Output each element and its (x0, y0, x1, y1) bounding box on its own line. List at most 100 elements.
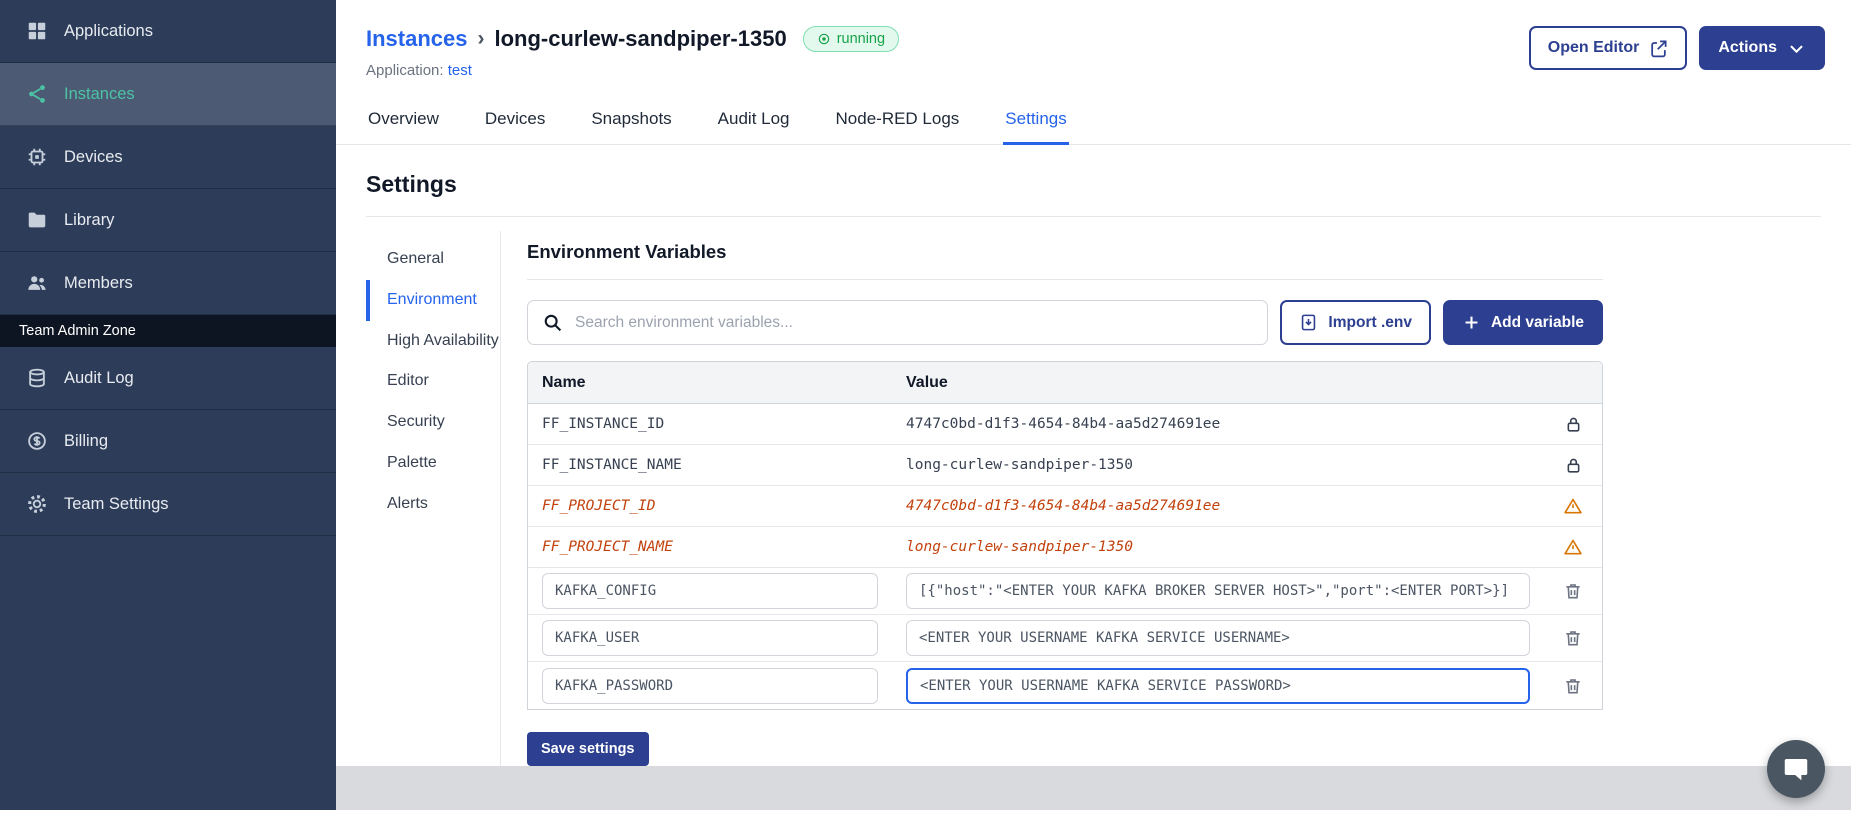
trash-icon (1566, 631, 1580, 646)
env-var-value: long-curlew-sandpiper-1350 (906, 539, 1133, 555)
running-icon (818, 33, 829, 45)
warning-icon (1561, 494, 1585, 518)
tab-node-red-logs[interactable]: Node-RED Logs (834, 103, 962, 145)
sidebar-item-label: Library (64, 210, 115, 229)
sidebar-item-audit-log[interactable]: Audit Log (0, 347, 336, 410)
sidebar-item-label: Team Settings (64, 494, 169, 513)
tab-settings[interactable]: Settings (1003, 103, 1069, 145)
settings-nav-general[interactable]: General (366, 239, 500, 280)
status-text: running (836, 31, 886, 47)
chat-icon (1784, 759, 1808, 781)
search-input[interactable] (575, 313, 1254, 332)
env-var-name-input[interactable] (542, 620, 878, 656)
sidebar-item-billing[interactable]: Billing (0, 410, 336, 473)
page-header: Instances › long-curlew-sandpiper-1350 r… (336, 0, 1851, 79)
settings-nav-environment[interactable]: Environment (366, 279, 500, 321)
billing-icon (28, 432, 46, 450)
instance-name: long-curlew-sandpiper-1350 (494, 26, 787, 51)
table-row: FF_INSTANCE_NAME long-curlew-sandpiper-1… (528, 445, 1602, 486)
settings-nav-alerts[interactable]: Alerts (366, 484, 500, 525)
add-variable-button[interactable]: Add variable (1442, 300, 1603, 345)
search-icon (544, 314, 562, 332)
delete-variable-button[interactable] (1561, 579, 1585, 603)
env-var-value: 4747c0bd-d1f3-4654-84b4-aa5d274691ee (906, 498, 1221, 514)
instances-icon (29, 85, 45, 103)
footer-band (336, 766, 1851, 810)
lock-icon (1562, 413, 1585, 436)
devices-icon (28, 148, 46, 166)
settings-nav-palette[interactable]: Palette (366, 443, 500, 484)
import-icon (1302, 314, 1316, 331)
tab-overview[interactable]: Overview (366, 103, 441, 145)
sidebar-item-instances[interactable]: Instances (0, 63, 336, 126)
table-row: FF_PROJECT_NAME long-curlew-sandpiper-13… (528, 527, 1602, 568)
sidebar-item-library[interactable]: Library (0, 189, 336, 252)
breadcrumb-instances-link[interactable]: Instances (366, 26, 468, 52)
sidebar-item-devices[interactable]: Devices (0, 126, 336, 189)
env-var-name-input[interactable] (542, 573, 878, 609)
settings-page-title: Settings (366, 171, 457, 197)
table-row (528, 615, 1602, 662)
table-row (528, 662, 1602, 709)
import-env-label: Import .env (1328, 313, 1412, 331)
table-row (528, 568, 1602, 615)
import-env-button[interactable]: Import .env (1280, 300, 1431, 345)
bottom-strip (0, 810, 1851, 826)
actions-button[interactable]: Actions (1699, 26, 1825, 70)
sidebar: Applications Instances Devices Library M… (0, 0, 336, 810)
settings-nav-editor[interactable]: Editor (366, 361, 500, 402)
sidebar-item-label: Members (64, 273, 133, 292)
table-row: FF_PROJECT_ID 4747c0bd-d1f3-4654-84b4-aa… (528, 486, 1602, 527)
env-var-name: FF_PROJECT_ID (542, 498, 656, 514)
breadcrumb-separator: › (477, 27, 485, 50)
library-icon (28, 212, 46, 228)
save-settings-button[interactable]: Save settings (527, 732, 649, 766)
env-var-name: FF_INSTANCE_NAME (542, 457, 682, 473)
lock-icon (1562, 454, 1585, 477)
plus-icon (1465, 316, 1478, 329)
table-row: FF_INSTANCE_ID 4747c0bd-d1f3-4654-84b4-a… (528, 404, 1602, 445)
value-column-header: Value (906, 373, 948, 391)
env-toolbar: Import .env Add variable (527, 300, 1603, 345)
table-header-row: Name Value (528, 362, 1602, 404)
application-link[interactable]: test (448, 62, 472, 79)
env-var-value-input[interactable] (906, 620, 1530, 656)
sidebar-item-applications[interactable]: Applications (0, 0, 336, 63)
external-link-icon (1651, 40, 1667, 57)
add-variable-label: Add variable (1490, 313, 1584, 331)
delete-variable-button[interactable] (1561, 674, 1585, 698)
sidebar-item-label: Billing (64, 431, 109, 450)
search-box (527, 300, 1269, 345)
delete-variable-button[interactable] (1561, 626, 1585, 650)
main-content: Instances › long-curlew-sandpiper-1350 r… (336, 0, 1851, 810)
sidebar-item-team-settings[interactable]: Team Settings (0, 473, 336, 536)
open-editor-label: Open Editor (1547, 39, 1640, 56)
applications-icon (28, 22, 46, 40)
chevron-down-icon (1790, 44, 1803, 53)
warning-icon (1561, 535, 1585, 559)
application-label: Application: (366, 62, 444, 79)
tab-audit-log[interactable]: Audit Log (716, 103, 792, 145)
env-var-name: FF_PROJECT_NAME (542, 539, 673, 555)
env-var-value-input-focused[interactable] (906, 667, 1530, 704)
environment-variables-title: Environment Variables (527, 241, 1603, 280)
settings-nav-security[interactable]: Security (366, 402, 500, 443)
sidebar-item-label: Devices (64, 147, 123, 166)
name-column-header: Name (542, 373, 586, 391)
sidebar-item-label: Audit Log (64, 368, 134, 387)
tab-devices[interactable]: Devices (483, 103, 547, 145)
audit-log-icon (29, 368, 45, 388)
sidebar-item-label: Instances (64, 84, 135, 103)
env-variables-table: Name Value FF_INSTANCE_ID 4747c0bd-d1f3-… (527, 361, 1603, 710)
open-editor-button[interactable]: Open Editor (1528, 26, 1688, 70)
env-var-value-input[interactable] (906, 573, 1530, 609)
trash-icon (1566, 678, 1580, 693)
chat-widget-button[interactable] (1767, 740, 1825, 798)
env-var-name-input[interactable] (542, 667, 878, 704)
settings-nav-high-availability[interactable]: High Availability (366, 321, 500, 362)
env-var-value: long-curlew-sandpiper-1350 (906, 457, 1133, 473)
application-row: Application: test (366, 62, 899, 79)
sidebar-item-members[interactable]: Members (0, 252, 336, 315)
team-admin-zone-label: Team Admin Zone (0, 315, 336, 347)
tab-snapshots[interactable]: Snapshots (589, 103, 673, 145)
